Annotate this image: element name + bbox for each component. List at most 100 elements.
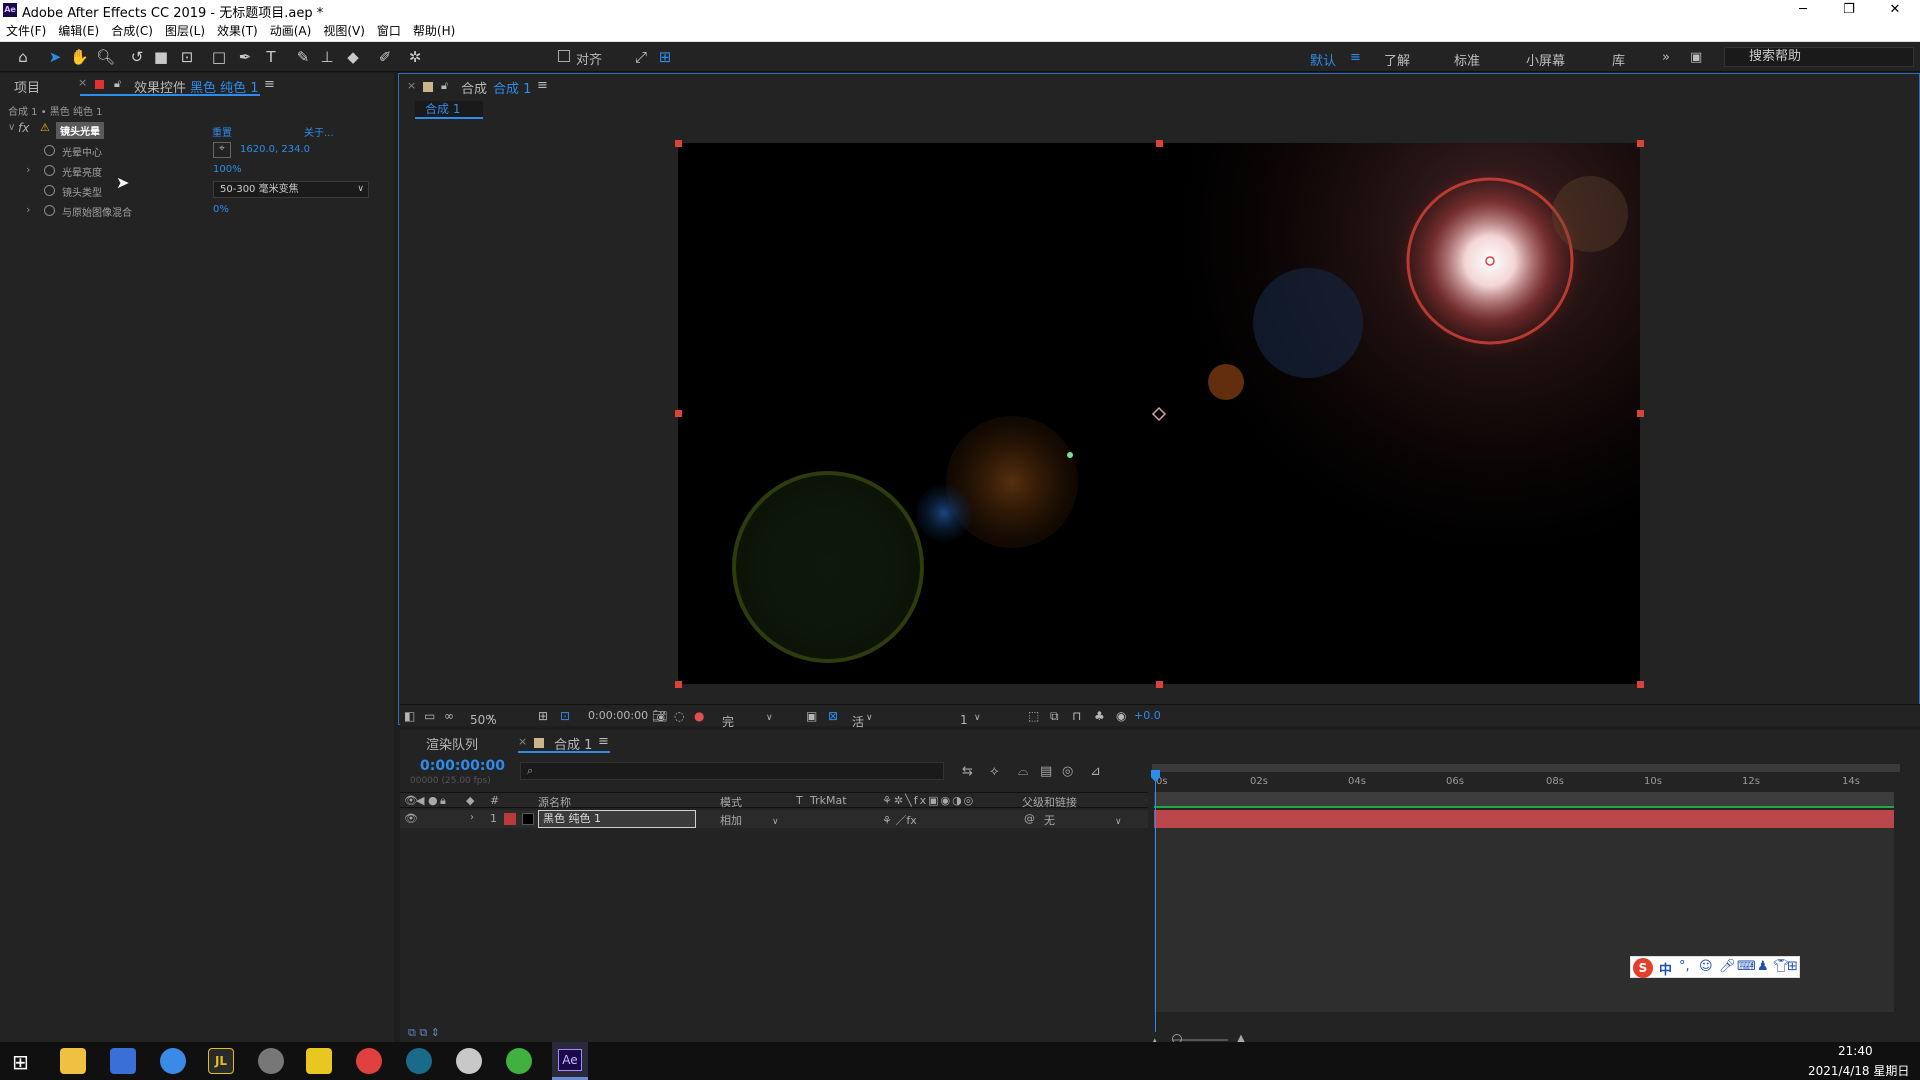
toggle-transparency-icon[interactable]: ⊠ xyxy=(828,709,838,723)
menu-layer[interactable]: 图层(L) xyxy=(159,20,211,42)
tab-render-queue[interactable]: 渲染队列 xyxy=(426,734,478,753)
menu-help[interactable]: 帮助(H) xyxy=(407,20,461,42)
player-app-icon[interactable] xyxy=(306,1048,332,1074)
microphone-icon[interactable]: 🎤︎ xyxy=(1719,959,1736,974)
lock-icon[interactable]: 🔓︎ xyxy=(441,79,448,93)
draft-3d-icon[interactable]: ⟡ xyxy=(990,764,999,779)
more-workspaces-icon[interactable]: » xyxy=(1662,50,1670,65)
transform-handle[interactable] xyxy=(1637,140,1644,147)
vr-icon[interactable]: ∞ xyxy=(444,709,454,723)
label-column-icon[interactable]: ◆ xyxy=(466,794,474,807)
layer-mode-dropdown[interactable]: 相加 ∨ xyxy=(720,812,779,828)
snap-checkbox[interactable] xyxy=(558,50,570,62)
chevron-right-icon[interactable]: › xyxy=(26,203,30,216)
viewer-timecode[interactable]: 0:00:00:00 xyxy=(588,709,648,722)
visibility-eye-icon[interactable]: 👁︎ xyxy=(404,812,418,825)
table-row[interactable]: 👁︎ › 1 黑色 纯色 1 相加 ∨ ⚘ ／fx @ 无 ∨ xyxy=(400,810,1148,828)
punctuation-icon[interactable]: °, xyxy=(1679,959,1690,974)
workspace-default[interactable]: 默认 xyxy=(1310,50,1336,69)
windows-start-icon[interactable]: ⊞ xyxy=(12,1050,29,1074)
always-preview-icon[interactable]: ◧ xyxy=(404,709,415,723)
exposure-value[interactable]: +0.0 xyxy=(1134,709,1161,722)
stopwatch-icon[interactable] xyxy=(44,165,55,176)
pixel-aspect-icon[interactable]: ⬚ xyxy=(1028,709,1039,723)
menu-effect[interactable]: 效果(T) xyxy=(211,20,264,42)
selection-tool-icon[interactable]: ➤ xyxy=(46,48,64,66)
menu-window[interactable]: 窗口 xyxy=(371,20,407,42)
home-icon[interactable]: ⌂ xyxy=(14,48,32,66)
menu-edit[interactable]: 编辑(E) xyxy=(52,20,105,42)
parent-dropdown[interactable]: 无 ∨ xyxy=(1044,812,1122,828)
timeline-footer-icons[interactable]: ⧉ ⧉ ⇕ xyxy=(408,1026,440,1040)
fx-icon[interactable]: fx xyxy=(18,121,29,135)
transform-handle[interactable] xyxy=(675,410,682,417)
close-button[interactable]: ✕ xyxy=(1872,0,1918,20)
work-area-bar[interactable] xyxy=(1152,764,1900,772)
layer-label-color[interactable] xyxy=(504,813,516,825)
pen-tool-icon[interactable]: ✒ xyxy=(236,48,254,66)
keyboard-icon[interactable]: ⌨ xyxy=(1737,959,1756,974)
layer-duration-bar[interactable] xyxy=(1154,810,1894,828)
disc-app-icon[interactable] xyxy=(258,1048,284,1074)
snapshot-camera-icon[interactable]: 📷︎ xyxy=(652,709,667,723)
after-effects-taskbar-item[interactable]: Ae xyxy=(552,1042,588,1080)
workspace-menu-icon[interactable]: ≡ xyxy=(1350,50,1361,65)
tab-project[interactable]: 项目 xyxy=(14,77,40,96)
flowchart-icon[interactable]: ♣ xyxy=(1094,709,1105,723)
help-app-icon[interactable] xyxy=(406,1048,432,1074)
parent-pickwhip-icon[interactable]: @ xyxy=(1024,812,1035,825)
comp-tab-label[interactable]: 合成 xyxy=(461,78,487,97)
property-value[interactable]: 1620.0, 234.0 xyxy=(240,144,310,155)
puppet-tool-icon[interactable]: ✲ xyxy=(406,48,424,66)
emoji-icon[interactable]: ☺ xyxy=(1699,959,1713,974)
clone-stamp-tool-icon[interactable]: ⊥ xyxy=(318,48,336,66)
transform-handle[interactable] xyxy=(1637,681,1644,688)
audio-icon[interactable]: ◀ xyxy=(416,794,424,807)
workspace-standard[interactable]: 标准 xyxy=(1454,50,1480,69)
roto-brush-tool-icon[interactable]: ✐ xyxy=(376,48,394,66)
close-tab-icon[interactable]: × xyxy=(78,76,87,89)
lock-column-icon[interactable]: 🔒︎ xyxy=(440,794,446,808)
menu-animation[interactable]: 动画(A) xyxy=(264,20,318,42)
comp-mini-flowchart-icon[interactable]: ⇆ xyxy=(962,764,973,779)
stopwatch-icon[interactable] xyxy=(44,145,55,156)
clock-time[interactable]: 21:40 xyxy=(1838,1044,1873,1058)
timeline-graph-area[interactable] xyxy=(1154,828,1894,1012)
clock-date[interactable]: 2021/4/18 星期日 xyxy=(1808,1062,1909,1079)
stopwatch-icon[interactable] xyxy=(44,205,55,216)
pan-behind-tool-icon[interactable]: ⊡ xyxy=(178,48,196,66)
panel-menu-icon[interactable]: ≡ xyxy=(537,78,548,93)
snap-feature-icon[interactable]: ⤢ xyxy=(632,48,650,66)
frame-blending-icon[interactable]: ▤ xyxy=(1040,764,1052,779)
green-app-icon[interactable] xyxy=(506,1048,532,1074)
search-help-input[interactable]: 搜索帮助 xyxy=(1724,47,1914,67)
sogou-icon[interactable]: S xyxy=(1633,958,1653,978)
transform-handle[interactable] xyxy=(1156,681,1163,688)
lock-icon[interactable]: 🔓︎ xyxy=(114,77,121,91)
zoom-tool-icon[interactable]: 🔍︎ xyxy=(96,48,115,66)
restore-button[interactable]: ❐ xyxy=(1826,0,1872,20)
effect-name[interactable]: 镜头光晕 xyxy=(56,122,104,139)
show-snapshot-icon[interactable]: ◌ xyxy=(674,709,684,723)
transparency-grid-icon[interactable]: ⊡ xyxy=(560,709,570,723)
fast-preview-icon[interactable]: ⧉ xyxy=(1050,709,1059,724)
panel-layout-icon[interactable]: ▣ xyxy=(1690,50,1702,65)
transform-handle[interactable] xyxy=(675,140,682,147)
property-value[interactable]: 0% xyxy=(213,204,229,215)
menu-view[interactable]: 视图(V) xyxy=(317,20,371,42)
color-channels-icon[interactable]: ● xyxy=(694,709,704,723)
jl-app-icon[interactable]: JL xyxy=(208,1048,234,1074)
collapse-icon[interactable]: ∨ xyxy=(8,122,15,133)
brush-tool-icon[interactable]: ✎ xyxy=(294,48,312,66)
file-explorer-icon[interactable] xyxy=(60,1048,86,1074)
flower-app-icon[interactable] xyxy=(456,1048,482,1074)
workspace-small-screen[interactable]: 小屏幕 xyxy=(1526,50,1565,69)
about-button[interactable]: 关于... xyxy=(304,124,334,139)
snap-grid-icon[interactable]: ⊞ xyxy=(656,48,674,66)
close-tab-icon[interactable]: × xyxy=(407,79,416,92)
menu-file[interactable]: 文件(F) xyxy=(0,20,52,42)
rotate-tool-icon[interactable]: ↺ xyxy=(128,48,146,66)
composition-viewer[interactable] xyxy=(678,143,1640,684)
chrome-icon[interactable] xyxy=(356,1048,382,1074)
chevron-right-icon[interactable]: › xyxy=(470,812,474,823)
